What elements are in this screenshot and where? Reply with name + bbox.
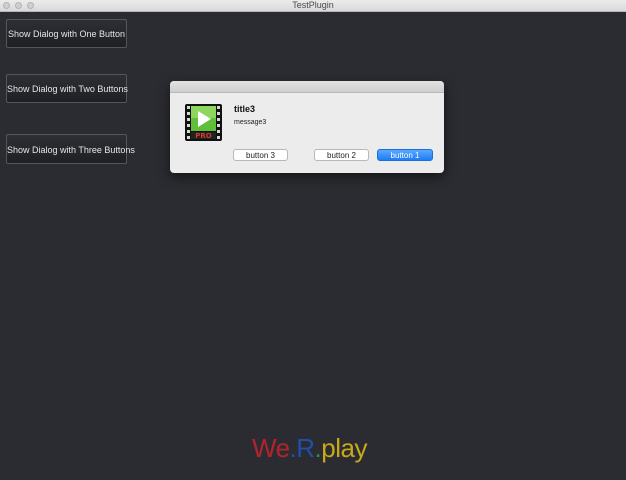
button-3[interactable]: button 3: [233, 149, 288, 161]
dialog-title: title3: [234, 104, 256, 114]
show-dialog-one-button[interactable]: Show Dialog with One Button: [6, 19, 127, 48]
button-2[interactable]: button 2: [314, 149, 369, 161]
window-title: TestPlugin: [292, 0, 334, 10]
dialog-message: message3: [234, 119, 267, 126]
logo-r: R: [296, 433, 315, 463]
svg-text:PRO: PRO: [195, 132, 212, 140]
show-dialog-three-buttons-button[interactable]: Show Dialog with Three Buttons: [6, 134, 135, 164]
button-1[interactable]: button 1: [377, 149, 433, 161]
video-player-icon: PRO: [185, 104, 222, 141]
alert-dialog: PRO title3 message3 button 3 button 2 bu…: [170, 81, 444, 173]
window-title-bar: TestPlugin: [0, 0, 626, 12]
logo-we: We: [252, 433, 290, 463]
dialog-title-bar: [170, 81, 444, 93]
logo-play: play: [321, 433, 367, 463]
show-dialog-two-buttons-button[interactable]: Show Dialog with Two Buttons: [6, 74, 128, 103]
werplay-logo: We.R.play: [252, 433, 367, 464]
